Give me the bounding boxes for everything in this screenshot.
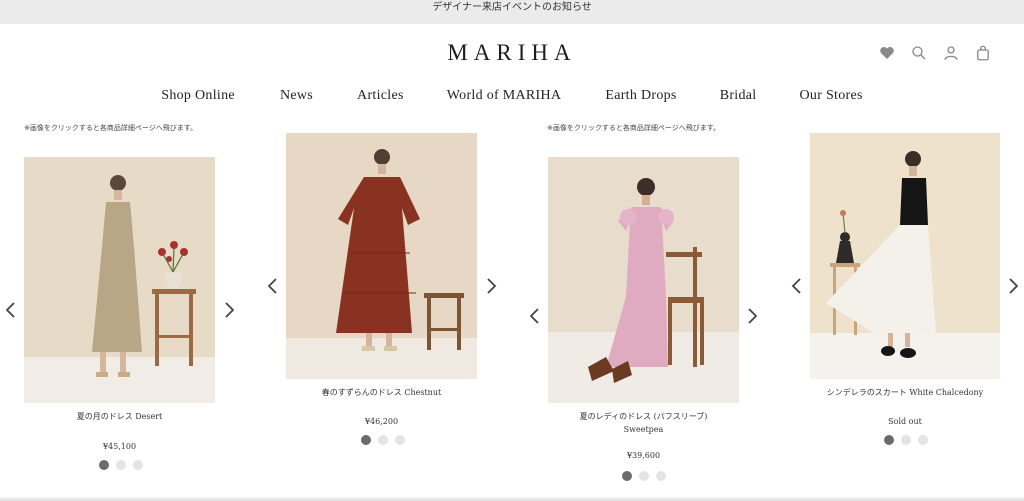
color-swatches-2	[361, 435, 405, 445]
prev-arrow-4[interactable]	[790, 277, 804, 295]
cart-icon[interactable]	[974, 44, 992, 62]
product-name-4[interactable]: シンデレラのスカート White Chalcedony	[810, 386, 1000, 399]
header-icons	[878, 44, 992, 62]
announcement-bar[interactable]: デザイナー来店イベントのお知らせ	[0, 0, 1024, 24]
window-bottom-edge	[0, 497, 1024, 501]
nav-earth-drops[interactable]: Earth Drops	[605, 88, 676, 104]
color-swatches-3	[622, 471, 666, 481]
color-swatch[interactable]	[901, 435, 911, 445]
product-image-4[interactable]	[810, 133, 1000, 379]
heart-icon[interactable]	[878, 44, 896, 62]
color-swatch[interactable]	[378, 435, 388, 445]
product-price-3: ¥39,600	[626, 451, 661, 460]
product-name-2[interactable]: 春のすずらんのドレス Chestnut	[286, 386, 477, 399]
next-arrow-2[interactable]	[484, 277, 498, 295]
next-arrow-4[interactable]	[1006, 277, 1020, 295]
prev-arrow-1[interactable]	[4, 301, 18, 319]
nav-our-stores[interactable]: Our Stores	[799, 88, 862, 104]
product-name-1[interactable]: 夏の月のドレス Desert	[24, 410, 215, 423]
search-icon[interactable]	[910, 44, 928, 62]
color-swatch[interactable]	[361, 435, 371, 445]
next-arrow-1[interactable]	[222, 301, 236, 319]
product-price-1: ¥45,100	[102, 442, 137, 451]
color-swatch[interactable]	[884, 435, 894, 445]
account-icon[interactable]	[942, 44, 960, 62]
click-note-left: ※画像をクリックすると各商品詳細ページへ飛びます。	[24, 124, 198, 132]
color-swatches-4	[884, 435, 928, 445]
main-nav: Shop Online News Articles World of MARIH…	[0, 88, 1024, 104]
nav-bridal[interactable]: Bridal	[720, 88, 757, 104]
announcement-text[interactable]: デザイナー来店イベントのお知らせ	[432, 2, 592, 13]
color-swatch[interactable]	[99, 460, 109, 470]
nav-shop-online[interactable]: Shop Online	[161, 88, 235, 104]
product-price-4: Sold out	[888, 417, 922, 426]
color-swatch[interactable]	[133, 460, 143, 470]
prev-arrow-2[interactable]	[266, 277, 280, 295]
color-swatch[interactable]	[639, 471, 649, 481]
prev-arrow-3[interactable]	[528, 307, 542, 325]
product-image-3[interactable]	[548, 157, 739, 403]
product-name-2-text[interactable]: 春のすずらんのドレス Chestnut	[322, 388, 441, 397]
product-name-4-text[interactable]: シンデレラのスカート White Chalcedony	[827, 388, 983, 397]
nav-world-of-mariha[interactable]: World of MARIHA	[447, 88, 562, 104]
product-name-1-text[interactable]: 夏の月のドレス Desert	[77, 412, 163, 421]
click-note-right: ※画像をクリックすると各商品詳細ページへ飛びます。	[547, 124, 721, 132]
product-image-2[interactable]	[286, 133, 477, 379]
color-swatch[interactable]	[918, 435, 928, 445]
color-swatch[interactable]	[116, 460, 126, 470]
brand-logo[interactable]: MARIHA	[0, 40, 1024, 66]
product-name-3-text[interactable]: 夏のレディのドレス (パフスリーブ)	[580, 412, 708, 421]
color-swatch[interactable]	[656, 471, 666, 481]
color-swatch[interactable]	[395, 435, 405, 445]
product-name-3[interactable]: 夏のレディのドレス (パフスリーブ) Sweetpea	[548, 410, 739, 436]
product-price-2: ¥46,200	[364, 417, 399, 426]
nav-articles[interactable]: Articles	[357, 88, 404, 104]
color-swatches-1	[99, 460, 143, 470]
product-name-3-color[interactable]: Sweetpea	[624, 425, 664, 434]
nav-news[interactable]: News	[280, 88, 313, 104]
product-image-1[interactable]	[24, 157, 215, 403]
color-swatch[interactable]	[622, 471, 632, 481]
next-arrow-3[interactable]	[745, 307, 759, 325]
